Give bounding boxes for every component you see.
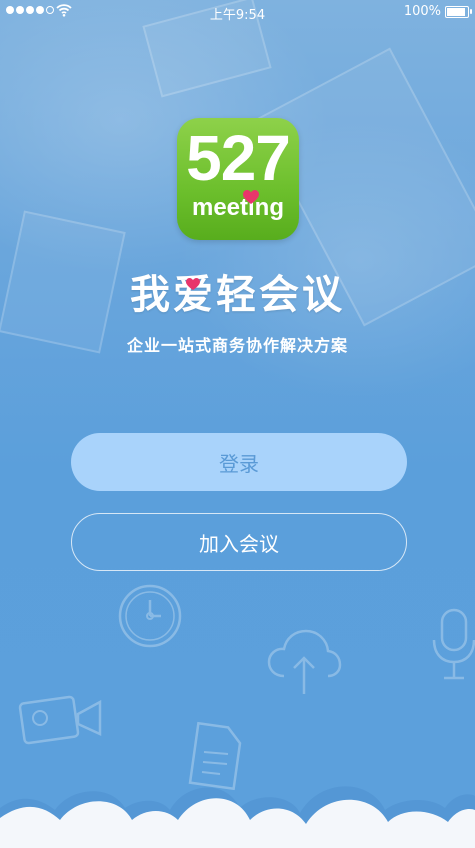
status-bar: 上午9:54 100% (0, 0, 475, 24)
logo-word: meeting (191, 194, 284, 221)
battery-percent: 100% (403, 4, 441, 19)
login-button-label: 登录 (219, 451, 259, 476)
logo-number: 527 (186, 122, 291, 194)
bottom-clouds (0, 786, 475, 848)
join-meeting-button[interactable]: 加入会议 (71, 513, 407, 571)
title-heart-icon (186, 278, 200, 291)
app-title: 我爱轻会议 (130, 272, 345, 318)
clock-icon (118, 584, 182, 648)
battery-icon (445, 6, 472, 18)
cloud-upload-icon (267, 629, 342, 694)
app-logo: 527 meeting (177, 118, 299, 240)
join-meeting-button-label: 加入会议 (199, 531, 279, 556)
microphone-icon (432, 608, 475, 680)
tagline: 企业一站式商务协作解决方案 (126, 336, 348, 355)
heart-icon (243, 190, 259, 204)
login-button[interactable]: 登录 (71, 433, 407, 491)
